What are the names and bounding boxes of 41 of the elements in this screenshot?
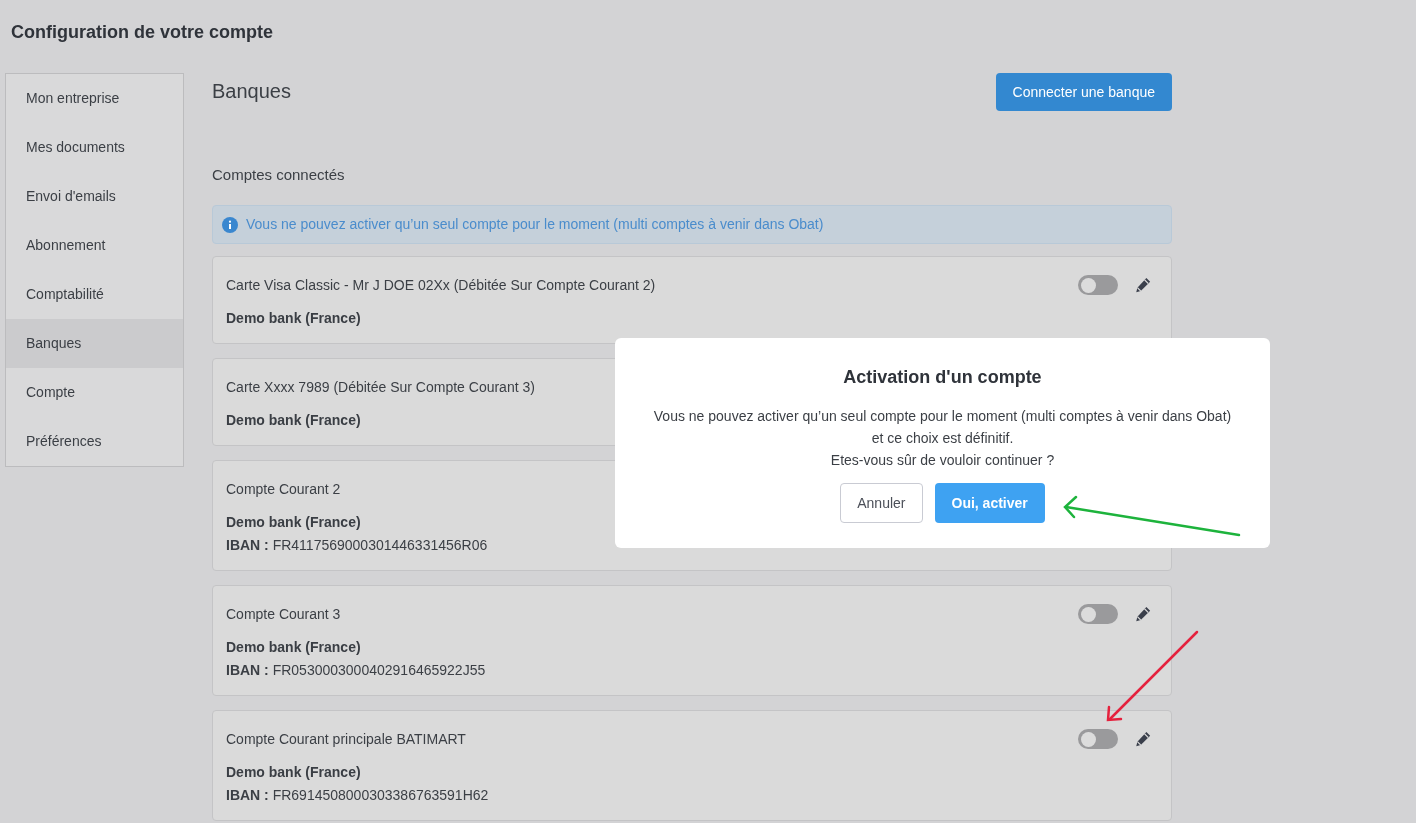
- account-name: Compte Courant 3: [226, 604, 341, 624]
- toggle-switch[interactable]: [1078, 604, 1118, 624]
- sidebar-item[interactable]: Abonnement: [6, 221, 183, 270]
- toggle-switch[interactable]: [1078, 275, 1118, 295]
- dialog-message: et ce choix est définitif.: [871, 429, 1014, 448]
- section-title: Banques: [212, 79, 291, 104]
- sidebar-item[interactable]: Banques: [6, 319, 183, 368]
- iban-value: FR6914508000303386763591H62: [272, 787, 489, 803]
- bank-name: Demo bank (France): [226, 309, 361, 328]
- dialog-title: Activation d'un compte: [843, 366, 1042, 389]
- info-icon: [222, 216, 238, 233]
- pencil-icon[interactable]: [1134, 605, 1152, 623]
- pencil-icon[interactable]: [1134, 730, 1152, 748]
- bank-name: Demo bank (France): [226, 763, 361, 782]
- subsection-title: Comptes connectés: [212, 165, 345, 185]
- iban-label: IBAN :: [226, 662, 269, 678]
- toggle-switch[interactable]: [1078, 729, 1118, 749]
- sidebar-item[interactable]: Comptabilité: [6, 270, 183, 319]
- sidebar-item[interactable]: Envoi d'emails: [6, 172, 183, 221]
- account-name: Carte Xxxx 7989 (Débitée Sur Compte Courant 3): [226, 377, 535, 397]
- bank-name: Demo bank (France): [226, 513, 361, 532]
- cancel-button[interactable]: Annuler: [840, 483, 923, 523]
- iban-value: FR4117569000301446331456R06: [272, 537, 488, 553]
- account-name: Compte Courant principale BATIMART: [226, 729, 466, 749]
- info-text: Vous ne pouvez activer qu’un seul compte pour le moment (multi comptes à venir dans Obat): [246, 215, 824, 234]
- dialog-message: Vous ne pouvez activer qu’un seul compte pour le moment (multi comptes à venir dans Obat): [653, 407, 1232, 426]
- pencil-icon[interactable]: [1134, 276, 1152, 294]
- sidebar-item[interactable]: Mon entreprise: [6, 74, 183, 123]
- iban-value: FR0530003000402916465922J55: [272, 662, 486, 678]
- account-name: Carte Visa Classic - Mr J DOE 02Xx (Débitée Sur Compte Courant 2): [226, 275, 656, 295]
- sidebar-item[interactable]: Mes documents: [6, 123, 183, 172]
- dialog-message: Etes-vous sûr de vouloir continuer ?: [830, 451, 1055, 470]
- sidebar-item[interactable]: Préférences: [6, 417, 183, 466]
- bank-name: Demo bank (France): [226, 411, 361, 430]
- account-name: Compte Courant 2: [226, 479, 341, 499]
- page-title: Configuration de votre compte: [11, 21, 273, 44]
- connect-bank-button[interactable]: Connecter une banque: [995, 73, 1172, 111]
- iban-label: IBAN :: [226, 537, 269, 553]
- bank-name: Demo bank (France): [226, 638, 361, 657]
- sidebar-item[interactable]: Compte: [6, 368, 183, 417]
- iban-label: IBAN :: [226, 787, 269, 803]
